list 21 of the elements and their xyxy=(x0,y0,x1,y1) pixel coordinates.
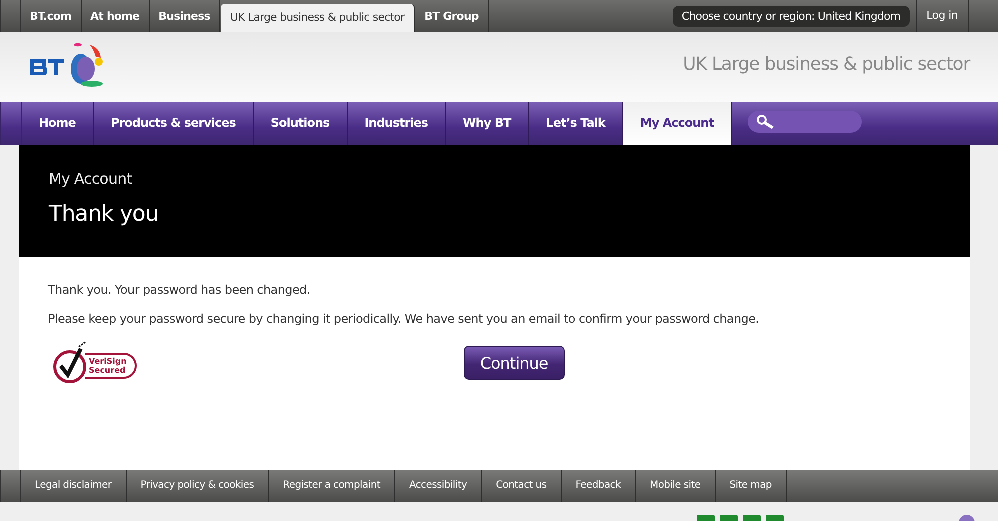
footer-link[interactable]: Site map xyxy=(716,470,787,502)
site-title: UK Large business & public sector xyxy=(683,54,970,74)
footer-link[interactable]: Legal disclaimer xyxy=(21,470,127,502)
message-text: Thank you. Your password has been changed. xyxy=(48,283,312,297)
search-icon xyxy=(756,114,776,130)
message-text: Please keep your password secure by changing it periodically. We have sent you an email to confirm your password change. xyxy=(48,312,760,326)
continue-button[interactable]: Continue xyxy=(464,346,565,380)
page-title: Thank you xyxy=(49,202,160,227)
footer-link[interactable]: Register a complaint xyxy=(269,470,396,502)
region-selector[interactable]: Choose country or region: United Kingdom xyxy=(672,6,910,26)
footer-link[interactable]: Contact us xyxy=(482,470,562,502)
footer-link[interactable]: Mobile site xyxy=(636,470,716,502)
nav-tab[interactable]: My Account xyxy=(623,102,732,145)
footer-link[interactable]: Accessibility xyxy=(395,470,482,502)
seal-label: VeriSign Secured xyxy=(85,353,137,379)
search-field[interactable] xyxy=(748,111,862,133)
site-tab[interactable]: UK Large business & public sector xyxy=(221,4,415,32)
footer-link[interactable]: Feedback xyxy=(562,470,636,502)
footer-link[interactable]: Privacy policy & cookies xyxy=(126,470,270,502)
checkmark-icon xyxy=(53,341,87,385)
section-label: My Account xyxy=(49,170,134,188)
